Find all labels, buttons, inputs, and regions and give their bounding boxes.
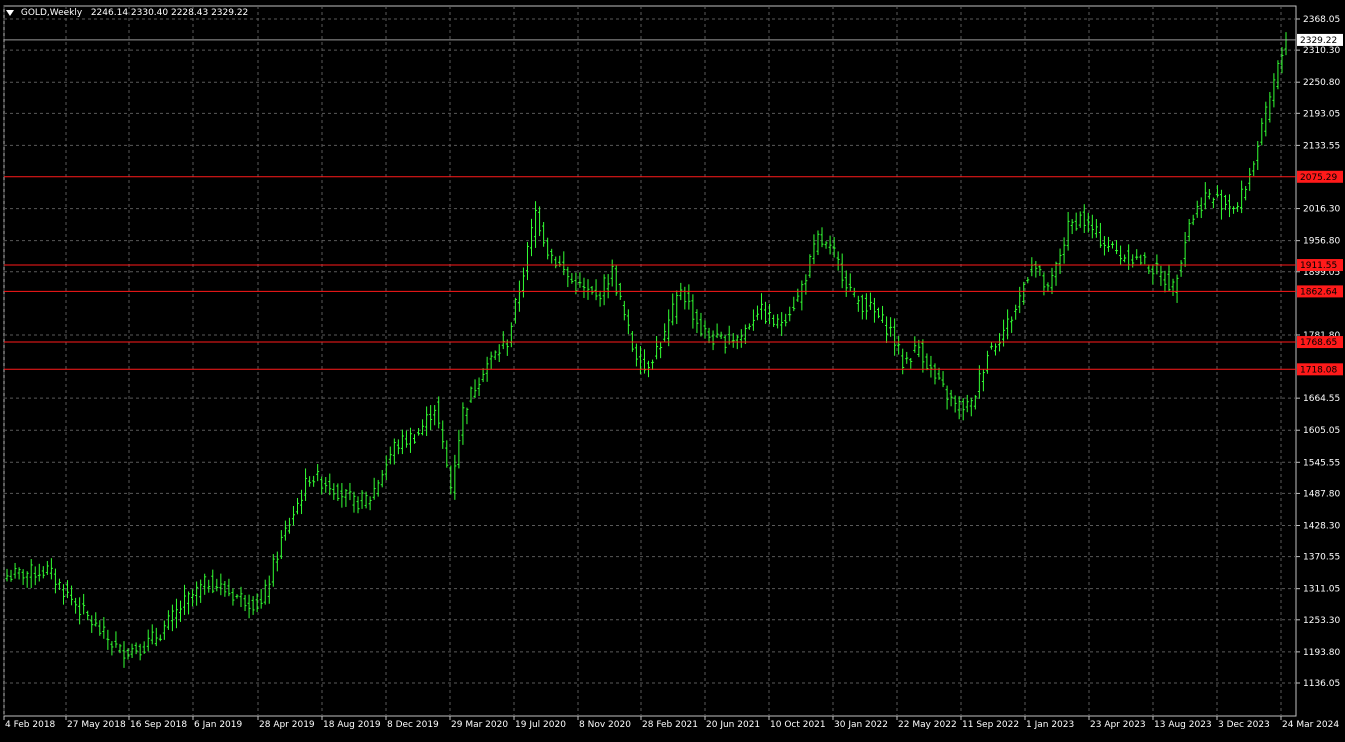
y-tick-label: 1545.55: [1303, 458, 1340, 468]
level-label: 1911.55: [1300, 261, 1337, 271]
y-tick-label: 2368.05: [1303, 15, 1340, 25]
x-tick-label: 23 Apr 2023: [1090, 720, 1146, 730]
level-label: 1718.08: [1300, 365, 1337, 375]
y-tick-label: 1370.55: [1303, 553, 1340, 563]
x-tick-label: 3 Dec 2023: [1218, 720, 1270, 730]
x-tick-label: 27 May 2018: [67, 720, 126, 730]
x-tick-label: 1 Jan 2023: [1026, 720, 1074, 730]
y-tick-label: 1428.30: [1303, 521, 1340, 531]
x-tick-label: 19 Jul 2020: [515, 720, 566, 730]
current-price-label: 2329.22: [1300, 36, 1337, 46]
x-tick-label: 8 Dec 2019: [387, 720, 439, 730]
x-tick-label: 24 Mar 2024: [1282, 720, 1339, 730]
plot-frame: [3, 5, 1297, 717]
y-tick-label: 1487.80: [1303, 489, 1340, 499]
x-tick-label: 8 Nov 2020: [579, 720, 631, 730]
x-tick-label: 13 Aug 2023: [1154, 720, 1212, 730]
y-tick-label: 1193.80: [1303, 648, 1340, 658]
symbol-name: GOLD,Weekly: [20, 8, 83, 18]
y-tick-label: 2016.30: [1303, 205, 1340, 215]
x-tick-label: 6 Jan 2019: [194, 720, 242, 730]
level-label: 1862.64: [1300, 287, 1337, 297]
y-tick-label: 2310.30: [1303, 46, 1340, 56]
y-tick-label: 1253.30: [1303, 616, 1340, 626]
collapse-triangle-icon[interactable]: [6, 9, 14, 16]
price-chart[interactable]: 2368.05 2310.30 2250.80 2193.05 2133.55 2016.…: [0, 0, 1345, 738]
y-tick-label: 1311.05: [1303, 585, 1340, 595]
x-tick-label: 30 Jan 2022: [834, 720, 888, 730]
x-tick-label: 4 Feb 2018: [5, 720, 56, 730]
x-tick-label: 18 Aug 2019: [323, 720, 381, 730]
y-tick-label: 2193.05: [1303, 109, 1340, 119]
x-tick-label: 28 Feb 2021: [642, 720, 698, 730]
x-tick-label: 16 Sep 2018: [130, 720, 187, 730]
x-tick-label: 22 May 2022: [898, 720, 957, 730]
level-label: 2075.29: [1300, 173, 1337, 183]
x-tick-label: 28 Apr 2019: [259, 720, 315, 730]
x-tick-label: 10 Oct 2021: [770, 720, 826, 730]
symbol-ohlc: 2246.14 2330.40 2228.43 2329.22: [90, 8, 249, 18]
y-tick-label: 1956.80: [1303, 237, 1340, 247]
level-label: 1768.65: [1300, 338, 1337, 348]
symbol-info: GOLD,Weekly 2246.14 2330.40 2228.43 2329…: [6, 8, 248, 18]
y-tick-label: 1136.05: [1303, 679, 1340, 689]
x-tick-label: 11 Sep 2022: [962, 720, 1019, 730]
y-tick-label: 1605.05: [1303, 426, 1340, 436]
y-tick-label: 2250.80: [1303, 78, 1340, 88]
x-tick-label: 20 Jun 2021: [706, 720, 760, 730]
x-tick-label: 29 Mar 2020: [451, 720, 508, 730]
y-tick-label: 1664.55: [1303, 394, 1340, 404]
y-tick-label: 2133.55: [1303, 141, 1340, 151]
chart-window[interactable]: 2368.05 2310.30 2250.80 2193.05 2133.55 2016.…: [0, 0, 1345, 738]
